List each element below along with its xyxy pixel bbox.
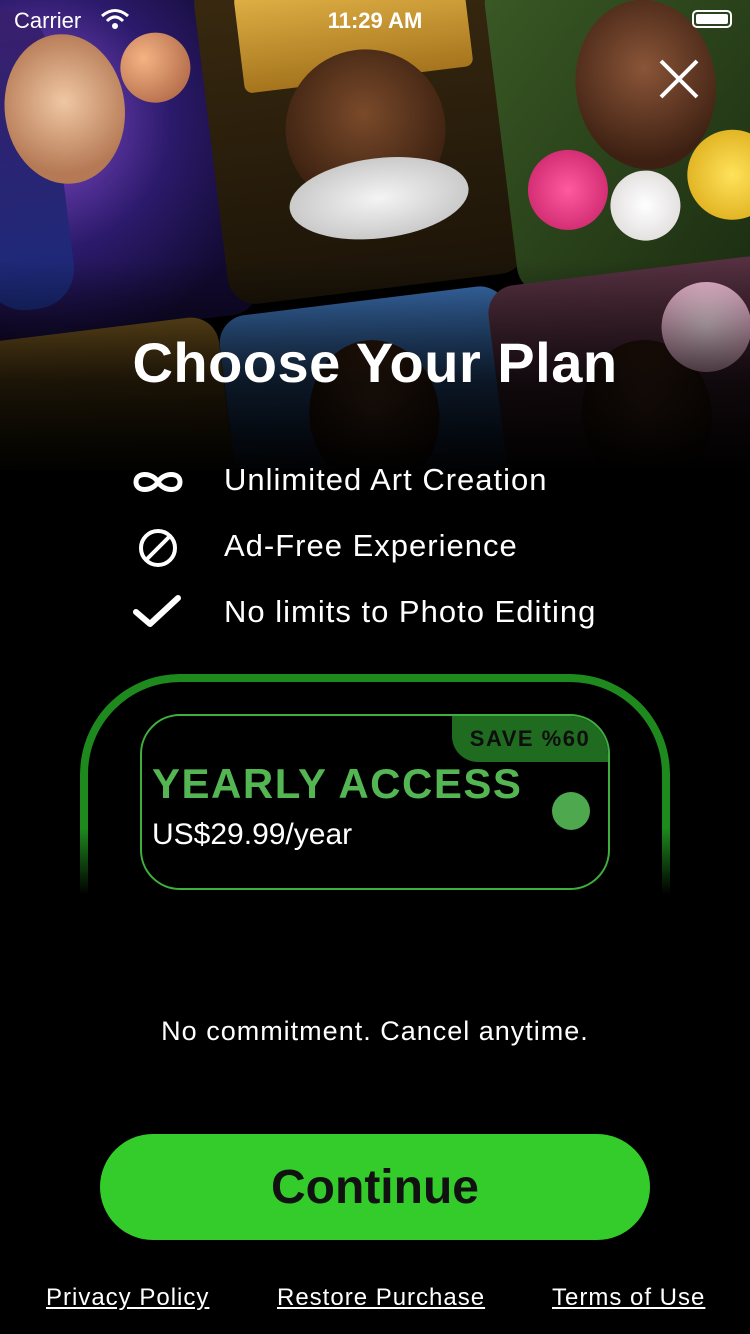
infinity-icon [133,472,183,492]
save-badge: SAVE %60 [452,716,608,762]
close-icon[interactable] [655,55,703,103]
feature-item: Unlimited Art Creation [130,456,690,506]
terms-of-use-link[interactable]: Terms of Use [552,1284,705,1312]
feature-item: No limits to Photo Editing [130,588,690,638]
continue-button[interactable]: Continue [100,1134,650,1240]
plan-selected-radio[interactable] [552,792,590,830]
status-bar: Carrier 11:29 AM [0,0,750,40]
page-title: Choose Your Plan [132,331,618,394]
battery-icon [692,10,732,28]
continue-label: Continue [271,1161,479,1214]
commitment-note: No commitment. Cancel anytime. [161,1016,589,1046]
save-badge-label: SAVE %60 [469,726,591,751]
feature-label: Ad-Free Experience [224,528,518,563]
feature-item: Ad-Free Experience [130,522,690,572]
restore-purchase-link[interactable]: Restore Purchase [277,1284,485,1312]
no-ads-icon [139,529,177,567]
plan-price: US$29.99/year [152,818,353,851]
privacy-policy-link[interactable]: Privacy Policy [46,1284,209,1312]
artwork-floral-woman [481,0,750,297]
status-time: 11:29 AM [327,8,423,33]
feature-label: No limits to Photo Editing [224,594,597,629]
hero-artwork-collage [0,0,750,470]
yearly-plan-option[interactable]: SAVE %60 YEARLY ACCESS US$29.99/year [140,714,610,890]
feature-label: Unlimited Art Creation [224,462,548,497]
checkmark-icon [133,595,181,627]
plan-name: YEARLY ACCESS [152,760,523,807]
